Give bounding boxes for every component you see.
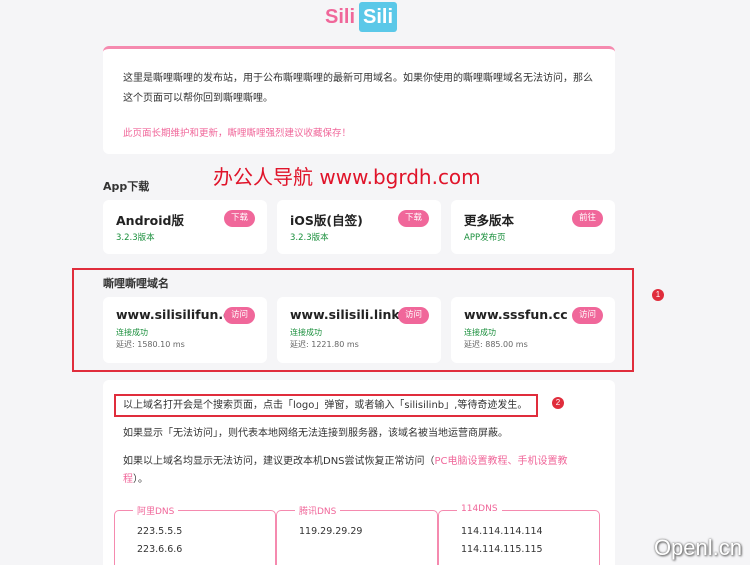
domain-tile-1: www.silisilifun.com 连接成功 延迟: 1580.10 ms … [103,297,267,363]
info-line-2: 如果显示「无法访问」，则代表本地网络无法连接到服务器，该域名被当地运营商屏蔽。 [123,428,508,439]
dns-label: 腾讯DNS [295,504,341,517]
app-tile-version: 3.2.3版本 [116,233,155,243]
info-line-3-text: 如果以上域名均显示无法访问，建议更改本机DNS尝试恢复正常访问（ [123,456,435,467]
domain-latency: 延迟: 885.00 ms [464,340,528,349]
visit-button[interactable]: 访问 [571,307,603,324]
dns-box-tencent: 腾讯DNS 119.29.29.29 [276,504,438,565]
info-line-4-tail: ）。 [133,474,148,485]
download-button[interactable]: 下载 [223,210,255,227]
logo-part-a: Sili [325,5,356,28]
domain-name: www.sssfun.cc [464,307,568,322]
dns-label: 114DNS [457,504,502,514]
dns-label: 阿里DNS [133,504,179,517]
site-logo[interactable]: Sili Sili [325,2,398,32]
domain-status: 连接成功 [116,328,148,337]
domain-latency: 延迟: 1221.80 ms [290,340,359,349]
app-tile-name: iOS版(自签) [290,213,363,228]
dns-ip: 119.29.29.29 [299,526,363,537]
visit-button[interactable]: 访问 [223,307,255,324]
domain-name: www.silisili.link [290,307,400,322]
domain-name: www.silisilifun.com [116,307,226,322]
app-tile-name: Android版 [116,213,185,228]
domain-tile-3: www.sssfun.cc 连接成功 延迟: 885.00 ms 访问 [451,297,615,363]
dns-ip: 114.114.115.115 [461,544,543,555]
annotation-badge-1: 1 [652,289,664,301]
intro-card: 这里是嘶哩嘶哩的发布站，用于公布嘶哩嘶哩的最新可用域名。如果你使用的嘶哩嘶哩域名… [103,46,615,154]
app-tile-more: 更多版本 APP发布页 前往 [451,200,615,254]
dns-box-114: 114DNS 114.114.114.114 114.114.115.115 [438,504,600,565]
domain-tile-2: www.silisili.link 连接成功 延迟: 1221.80 ms 访问 [277,297,441,363]
visit-button[interactable]: 访问 [397,307,429,324]
goto-button[interactable]: 前往 [571,210,603,227]
pc-setup-link[interactable]: PC电脑设置教程 [435,456,508,467]
mobile-setup-link-cont[interactable]: 程 [123,474,133,485]
dns-ip: 114.114.114.114 [461,526,543,537]
corner-watermark: Openl.cn [653,535,742,560]
info-line-4: 程）。 [123,471,148,489]
app-section-title: App下载 [103,180,150,193]
dns-ip: 223.5.5.5 [137,526,183,537]
highlight-box-2 [114,394,538,417]
watermark-overlay: 办公人导航 www.bgrdh.com [213,165,481,189]
app-tile-version: 3.2.3版本 [290,233,329,243]
app-tile-ios: iOS版(自签) 3.2.3版本 下载 [277,200,441,254]
domain-status: 连接成功 [290,328,322,337]
annotation-badge-2: 2 [552,397,564,409]
download-button[interactable]: 下载 [397,210,429,227]
dns-box-ali: 阿里DNS 223.5.5.5 223.6.6.6 [114,504,276,565]
dns-ip: 223.6.6.6 [137,544,183,555]
app-tile-android: Android版 3.2.3版本 下载 [103,200,267,254]
intro-text: 这里是嘶哩嘶哩的发布站，用于公布嘶哩嘶哩的最新可用域名。如果你使用的嘶哩嘶哩域名… [123,73,593,104]
domain-latency: 延迟: 1580.10 ms [116,340,185,349]
app-tile-name: 更多版本 [464,213,515,228]
domain-section-title: 嘶哩嘶哩域名 [103,277,169,290]
link-separator: 、 [507,456,518,467]
info-line-3: 如果以上域名均显示无法访问，建议更改本机DNS尝试恢复正常访问（PC电脑设置教程… [123,453,603,471]
mobile-setup-link[interactable]: 手机设置教 [518,456,568,467]
logo-part-b: Sili [359,2,398,32]
intro-warning: 此页面长期维护和更新，嘶哩嘶哩强烈建议收藏保存！ [123,128,352,139]
domain-status: 连接成功 [464,328,496,337]
app-tile-version: APP发布页 [464,233,506,243]
